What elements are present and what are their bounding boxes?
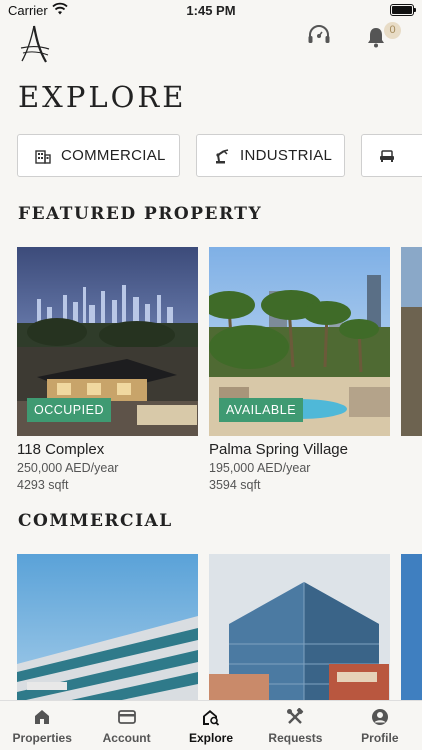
explore-home-icon (203, 710, 220, 726)
property-photo (401, 247, 422, 436)
property-photo: AVAILABLE (209, 247, 390, 436)
property-card[interactable] (401, 554, 422, 700)
property-card[interactable]: AVAILABLE Palma Spring Village 195,000 A… (209, 247, 390, 492)
status-bar: Carrier 1:45 PM (0, 0, 422, 22)
clock: 1:45 PM (186, 3, 236, 18)
property-area: 4293 sqft (17, 478, 69, 492)
property-price: 250,000 AED/year (17, 461, 119, 475)
category-chips: COMMERCIAL INDUSTRIAL (17, 134, 422, 177)
tab-requests[interactable]: Requests (253, 701, 337, 750)
status-badge: AVAILABLE (219, 398, 304, 422)
property-photo: OCCUPIED (17, 247, 198, 436)
tab-properties[interactable]: Properties (0, 701, 84, 750)
robot-arm-icon (216, 148, 229, 163)
property-price: 195,000 AED/year (209, 461, 311, 475)
tools-icon (287, 708, 304, 724)
tab-account[interactable]: Account (84, 701, 168, 750)
property-name: Palma Spring Village (209, 441, 348, 458)
property-area: 3594 sqft (209, 478, 261, 492)
building-icon (35, 149, 51, 164)
tab-label: Properties (12, 731, 72, 745)
sofa-icon (380, 149, 394, 162)
notification-badge: 0 (384, 22, 401, 39)
tab-explore[interactable]: Explore (169, 701, 253, 750)
notifications-button[interactable]: 0 (364, 22, 402, 52)
featured-carousel[interactable]: OCCUPIED 118 Complex 250,000 AED/year 42… (17, 247, 422, 497)
person-icon (371, 709, 388, 725)
card-icon (117, 710, 136, 724)
category-residential[interactable] (361, 134, 422, 177)
tab-label: Explore (189, 731, 234, 745)
category-label: INDUSTRIAL (240, 147, 333, 164)
property-card[interactable] (17, 554, 198, 700)
commercial-section-title: COMMERCIAL (18, 511, 173, 531)
support-icon[interactable] (306, 24, 332, 48)
category-commercial[interactable]: COMMERCIAL (17, 134, 180, 177)
property-card[interactable]: OCCUPIED 118 Complex 250,000 AED/year 42… (17, 247, 198, 492)
battery-icon (390, 4, 416, 16)
tab-label: Profile (361, 731, 399, 745)
property-card[interactable] (401, 247, 422, 436)
bell-icon (368, 28, 384, 48)
property-photo (209, 554, 390, 700)
home-icon (35, 710, 50, 724)
status-badge: OCCUPIED (27, 398, 111, 422)
property-photo (401, 554, 422, 700)
page-title: EXPLORE (18, 80, 187, 114)
bottom-tab-bar: Properties Account Explore Requests Prof… (0, 700, 422, 750)
tab-profile[interactable]: Profile (338, 701, 422, 750)
featured-section-title: FEATURED PROPERTY (18, 204, 263, 224)
tab-label: Account (102, 731, 151, 745)
tab-label: Requests (268, 731, 323, 745)
category-industrial[interactable]: INDUSTRIAL (196, 134, 345, 177)
brand-logo (20, 25, 50, 63)
category-label: COMMERCIAL (61, 147, 166, 164)
commercial-carousel[interactable] (17, 554, 422, 700)
property-name: 118 Complex (17, 441, 105, 458)
property-card[interactable] (209, 554, 390, 700)
property-photo (17, 554, 198, 700)
